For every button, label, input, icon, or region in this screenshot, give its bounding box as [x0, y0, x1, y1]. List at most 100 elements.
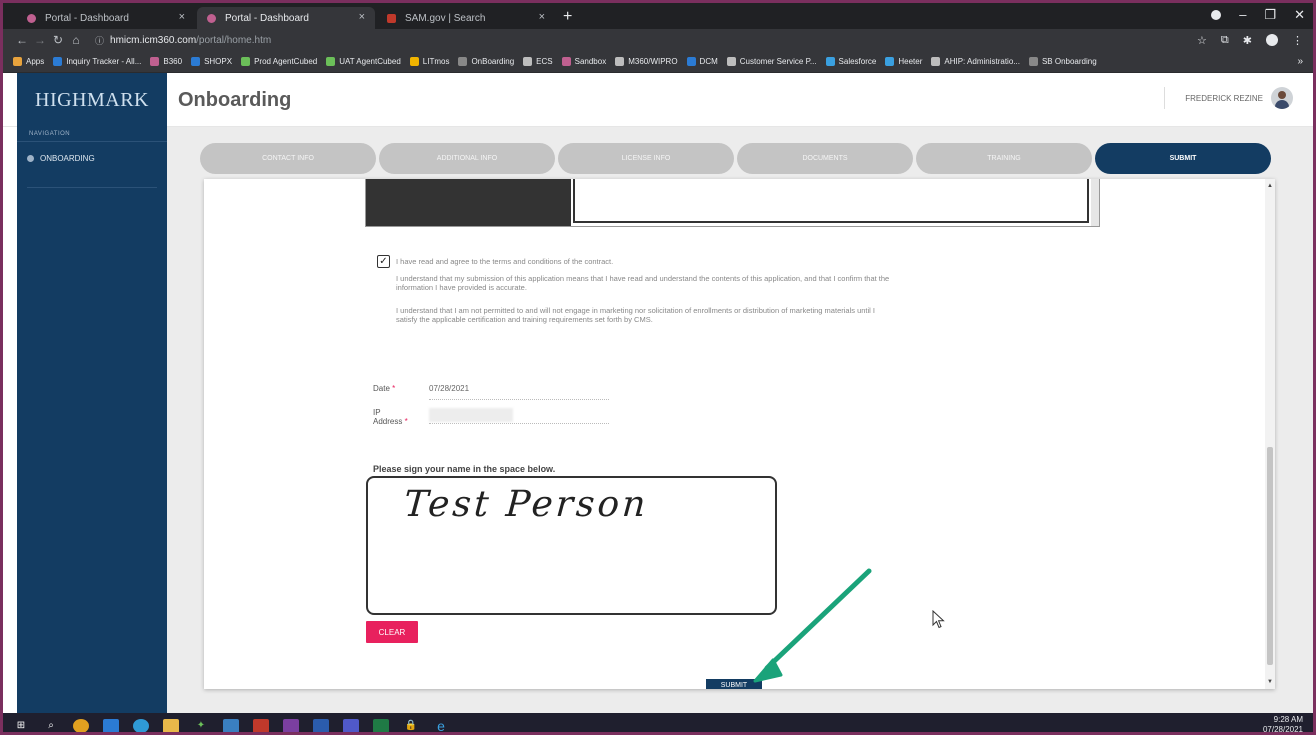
close-tab-icon[interactable]: ×	[539, 11, 545, 23]
record-icon[interactable]	[1211, 10, 1222, 20]
bookmark-item[interactable]: DCM	[686, 57, 718, 66]
ip-row: IP Address *	[373, 408, 609, 426]
signature-pad[interactable]: Test Person	[366, 476, 777, 615]
taskbar: ⊞ ⌕ ✦ 🔒 e 9:28 AM 07/28/2021	[3, 713, 1313, 733]
highmark-logo: HIGHMARK	[35, 88, 149, 111]
app-icon[interactable]	[253, 718, 269, 732]
main-content: CONTACT INFO ADDITIONAL INFO LICENSE INF…	[167, 127, 1313, 713]
bookmark-item[interactable]: B360	[150, 57, 182, 66]
step-contact-info[interactable]: CONTACT INFO	[200, 143, 376, 174]
ip-label-line1: IP	[373, 408, 381, 417]
step-training[interactable]: TRAINING	[916, 143, 1092, 174]
bookmark-item[interactable]: Customer Service P...	[726, 57, 817, 66]
step-additional-info[interactable]: ADDITIONAL INFO	[379, 143, 555, 174]
bookmark-item[interactable]: M360/WIPRO	[615, 57, 678, 66]
puzzle-icon[interactable]: ✱	[1243, 34, 1252, 47]
minimize-icon[interactable]: –	[1239, 7, 1246, 23]
bookmark-item[interactable]: SHOPX	[191, 57, 232, 66]
date-label: Date *	[373, 384, 429, 400]
app-icon[interactable]: ✦	[193, 719, 209, 733]
bookmark-item[interactable]: Salesforce	[825, 57, 876, 66]
browser-tab[interactable]: Portal - Dashboard ×	[17, 7, 195, 29]
nav-heading: NAVIGATION	[29, 131, 71, 137]
url-field[interactable]: ⓘ hmicm.icm360.com /portal/home.htm	[95, 34, 271, 47]
avatar[interactable]	[1271, 87, 1293, 109]
step-submit[interactable]: SUBMIT	[1095, 143, 1271, 174]
close-window-icon[interactable]: ✕	[1294, 7, 1305, 23]
bookmark-item[interactable]: LITmos	[409, 57, 450, 66]
bookmark-item[interactable]: OnBoarding	[458, 57, 514, 66]
signature: Test Person	[402, 484, 650, 525]
bookmark-item[interactable]: Apps	[13, 57, 44, 66]
submit-button[interactable]: SUBMIT	[706, 679, 762, 689]
menu-kebab-icon[interactable]: ⋮	[1292, 34, 1303, 47]
address-bar-row: ← → ↻ ⌂ ⓘ hmicm.icm360.com /portal/home.…	[3, 29, 1313, 51]
checkmark-icon: ✓	[379, 256, 388, 267]
bookmark-item[interactable]: Inquiry Tracker - All...	[53, 57, 141, 66]
lock-icon[interactable]: 🔒	[403, 719, 419, 733]
onenote-icon[interactable]	[283, 718, 299, 732]
profile-icon[interactable]	[1266, 33, 1278, 46]
bookmark-label: OnBoarding	[471, 57, 515, 66]
extension-icon[interactable]: ⧉	[1221, 34, 1229, 47]
bookmark-item[interactable]: UAT AgentCubed	[326, 57, 401, 66]
step-documents[interactable]: DOCUMENTS	[737, 143, 913, 174]
bookmark-item[interactable]: ECS	[523, 57, 553, 66]
bookmark-item[interactable]: AHIP: Administratio...	[931, 57, 1020, 66]
browser-tab-active[interactable]: Portal - Dashboard ×	[197, 7, 375, 29]
word-icon[interactable]	[313, 718, 329, 732]
search-icon[interactable]: ⌕	[43, 719, 59, 733]
bookmark-item[interactable]: SB Onboarding	[1028, 57, 1097, 66]
contract-scrollbar[interactable]	[1091, 179, 1099, 226]
more-bookmarks-icon[interactable]: »	[1297, 56, 1303, 67]
chrome-icon[interactable]	[73, 718, 89, 732]
bookmark-item[interactable]: Prod AgentCubed	[241, 57, 317, 66]
edge-icon[interactable]	[133, 718, 149, 732]
internet-explorer-icon[interactable]: e	[433, 718, 449, 733]
page-scrollbar[interactable]: ▲ ▼	[1265, 179, 1275, 689]
close-tab-icon[interactable]: ×	[359, 11, 365, 23]
sidebar-item-onboarding[interactable]: ONBOARDING	[17, 142, 167, 175]
reload-icon[interactable]: ↻	[49, 33, 67, 47]
excel-icon[interactable]	[373, 718, 389, 732]
file-explorer-icon[interactable]	[163, 718, 179, 732]
outlook-icon[interactable]	[103, 718, 119, 732]
bookmark-label: LITmos	[422, 57, 450, 66]
user-menu[interactable]: FREDERICK REZINE	[1164, 87, 1293, 109]
system-clock[interactable]: 9:28 AM 07/28/2021	[1263, 715, 1303, 732]
windows-start-icon[interactable]: ⊞	[13, 719, 29, 733]
forward-icon[interactable]: →	[31, 33, 49, 47]
bookmark-icon	[885, 57, 895, 66]
acknowledgement-text: I understand that my submission of this …	[396, 274, 890, 292]
close-tab-icon[interactable]: ×	[179, 11, 185, 23]
home-icon[interactable]: ⌂	[67, 33, 85, 47]
bookmark-icon	[561, 57, 571, 66]
teams-icon[interactable]	[343, 718, 359, 732]
app-icon[interactable]	[223, 718, 239, 732]
contract-viewer[interactable]	[365, 179, 1100, 227]
bookmark-label: Inquiry Tracker - All...	[66, 57, 142, 66]
clear-button[interactable]: CLEAR	[366, 621, 418, 643]
info-icon[interactable]: ⓘ	[95, 34, 104, 47]
date-field[interactable]: 07/28/2021	[429, 384, 609, 400]
bookmark-label: Apps	[26, 57, 45, 66]
scroll-up-icon[interactable]: ▲	[1267, 183, 1273, 189]
bookmark-item[interactable]: Sandbox	[561, 57, 606, 66]
scroll-thumb[interactable]	[1267, 447, 1273, 665]
bookmark-label: Customer Service P...	[739, 57, 817, 66]
back-icon[interactable]: ←	[13, 33, 31, 47]
bookmark-star-icon[interactable]: ☆	[1197, 34, 1207, 47]
new-tab-button[interactable]: +	[563, 8, 572, 26]
restore-icon[interactable]: ❐	[1264, 7, 1276, 23]
bookmark-icon	[150, 57, 160, 66]
apps-grid-icon	[13, 57, 22, 66]
agree-checkbox[interactable]: ✓	[377, 255, 390, 268]
step-license-info[interactable]: LICENSE INFO	[558, 143, 734, 174]
scroll-down-icon[interactable]: ▼	[1267, 679, 1273, 685]
logo-area[interactable]: HIGHMARK	[17, 73, 167, 127]
browser-tab[interactable]: SAM.gov | Search ×	[377, 7, 555, 29]
bookmarks-bar: Apps Inquiry Tracker - All... B360 SHOPX…	[3, 51, 1313, 73]
ip-address-field[interactable]	[429, 408, 609, 424]
shield-icon	[326, 57, 336, 66]
bookmark-item[interactable]: Heeter	[885, 57, 922, 66]
